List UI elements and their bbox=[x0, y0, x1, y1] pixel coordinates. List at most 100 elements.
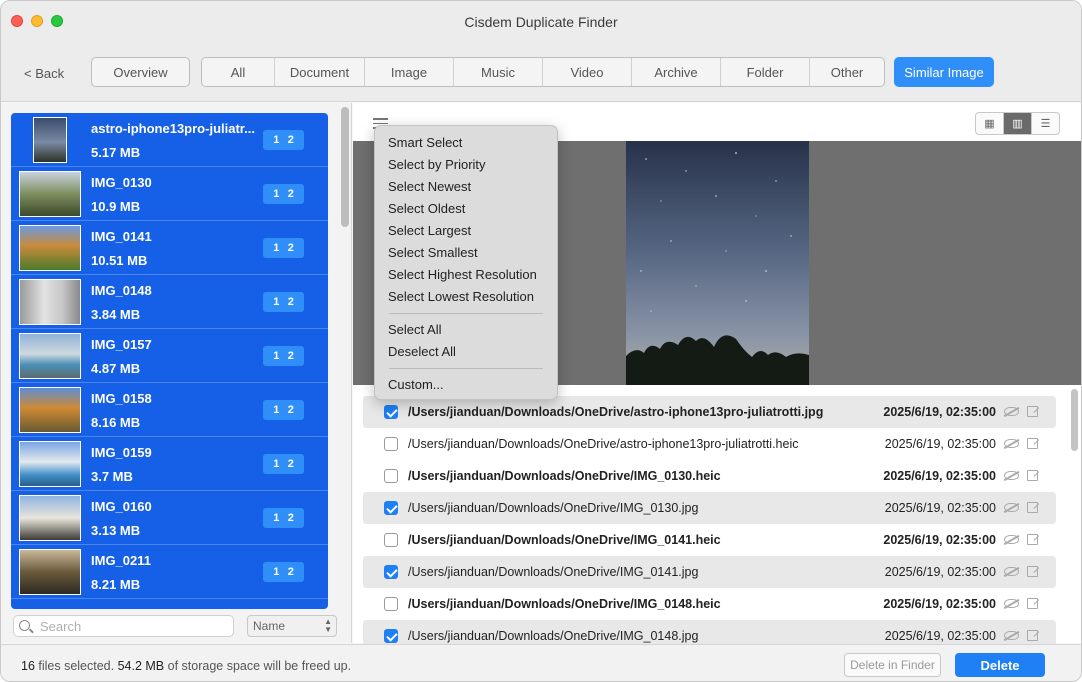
group-item[interactable]: IMG_0158 8.16 MB 12 bbox=[11, 383, 328, 437]
group-count-badge: 12 bbox=[263, 184, 304, 204]
badge-num: 1 bbox=[273, 512, 280, 524]
file-row[interactable]: /Users/jianduan/Downloads/OneDrive/astro… bbox=[363, 428, 1056, 460]
preview-eye-icon[interactable] bbox=[1004, 535, 1019, 544]
group-item[interactable]: IMG_0159 3.7 MB 12 bbox=[11, 437, 328, 491]
file-checkbox[interactable] bbox=[384, 629, 398, 643]
badge-num: 1 bbox=[273, 404, 280, 416]
tab-other[interactable]: Other bbox=[810, 58, 884, 86]
open-in-finder-icon[interactable] bbox=[1027, 566, 1038, 577]
preview-view-icon[interactable]: ▥ bbox=[1004, 113, 1032, 134]
file-checkbox[interactable] bbox=[384, 533, 398, 547]
group-item[interactable]: IMG_0141 10.51 MB 12 bbox=[11, 221, 328, 275]
thumbnail bbox=[19, 171, 81, 217]
file-list: /Users/jianduan/Downloads/OneDrive/astro… bbox=[363, 396, 1056, 652]
menu-item-select-oldest[interactable]: Select Oldest bbox=[375, 198, 557, 220]
overview-button[interactable]: Overview bbox=[91, 57, 190, 87]
open-in-finder-icon[interactable] bbox=[1027, 630, 1038, 641]
sidebar: astro-iphone13pro-juliatr... 5.17 MB 12 … bbox=[1, 103, 352, 643]
group-name: astro-iphone13pro-juliatr... bbox=[91, 121, 255, 136]
badge-num: 2 bbox=[287, 134, 294, 146]
file-checkbox[interactable] bbox=[384, 405, 398, 419]
group-item[interactable]: IMG_0157 4.87 MB 12 bbox=[11, 329, 328, 383]
group-name: IMG_0158 bbox=[91, 391, 152, 406]
tab-archive[interactable]: Archive bbox=[632, 58, 721, 86]
badge-num: 2 bbox=[287, 458, 294, 470]
file-date: 2025/6/19, 02:35:00 bbox=[884, 629, 996, 643]
preview-eye-icon[interactable] bbox=[1004, 407, 1019, 416]
group-item[interactable]: IMG_0211 8.21 MB 12 bbox=[11, 545, 328, 599]
menu-item-select-smallest[interactable]: Select Smallest bbox=[375, 242, 557, 264]
file-path: /Users/jianduan/Downloads/OneDrive/IMG_0… bbox=[408, 629, 699, 643]
menu-item-select-highest-resolution[interactable]: Select Highest Resolution bbox=[375, 264, 557, 286]
group-size: 10.51 MB bbox=[91, 253, 148, 268]
file-path: /Users/jianduan/Downloads/OneDrive/astro… bbox=[408, 405, 824, 419]
group-item[interactable]: IMG_0148 3.84 MB 12 bbox=[11, 275, 328, 329]
search-field[interactable] bbox=[13, 615, 234, 637]
tab-folder[interactable]: Folder bbox=[721, 58, 810, 86]
badge-num: 2 bbox=[287, 188, 294, 200]
tab-music[interactable]: Music bbox=[454, 58, 543, 86]
file-checkbox[interactable] bbox=[384, 437, 398, 451]
open-in-finder-icon[interactable] bbox=[1027, 406, 1038, 417]
menu-item-deselect-all[interactable]: Deselect All bbox=[375, 341, 557, 363]
tab-document[interactable]: Document bbox=[275, 58, 365, 86]
badge-num: 2 bbox=[287, 350, 294, 362]
tab-image[interactable]: Image bbox=[365, 58, 454, 86]
file-row[interactable]: /Users/jianduan/Downloads/OneDrive/IMG_0… bbox=[363, 556, 1056, 588]
file-row[interactable]: /Users/jianduan/Downloads/OneDrive/astro… bbox=[363, 396, 1056, 428]
group-count-badge: 12 bbox=[263, 508, 304, 528]
menu-item-select-all[interactable]: Select All bbox=[375, 319, 557, 341]
file-date: 2025/6/19, 02:35:00 bbox=[884, 437, 996, 451]
sidebar-scrollbar[interactable] bbox=[341, 107, 349, 227]
preview-eye-icon[interactable] bbox=[1004, 471, 1019, 480]
preview-eye-icon[interactable] bbox=[1004, 439, 1019, 448]
tab-similar-image[interactable]: Similar Image bbox=[894, 57, 994, 87]
window-title: Cisdem Duplicate Finder bbox=[464, 14, 618, 30]
tab-all[interactable]: All bbox=[202, 58, 275, 86]
preview-eye-icon[interactable] bbox=[1004, 567, 1019, 576]
file-row[interactable]: /Users/jianduan/Downloads/OneDrive/IMG_0… bbox=[363, 492, 1056, 524]
file-list-scrollbar[interactable] bbox=[1071, 389, 1078, 451]
open-in-finder-icon[interactable] bbox=[1027, 534, 1038, 545]
group-item[interactable]: IMG_0160 3.13 MB 12 bbox=[11, 491, 328, 545]
menu-item-select-by-priority[interactable]: Select by Priority bbox=[375, 154, 557, 176]
selection-status: 16 files selected. 54.2 MB of storage sp… bbox=[21, 659, 351, 673]
back-button[interactable]: < Back bbox=[24, 66, 64, 81]
preview-eye-icon[interactable] bbox=[1004, 631, 1019, 640]
badge-num: 1 bbox=[273, 350, 280, 362]
menu-item-select-largest[interactable]: Select Largest bbox=[375, 220, 557, 242]
list-view-icon[interactable]: ☰ bbox=[1032, 113, 1059, 134]
menu-item-select-lowest-resolution[interactable]: Select Lowest Resolution bbox=[375, 286, 557, 308]
menu-item-smart-select[interactable]: Smart Select bbox=[375, 132, 557, 154]
file-row[interactable]: /Users/jianduan/Downloads/OneDrive/IMG_0… bbox=[363, 524, 1056, 556]
file-checkbox[interactable] bbox=[384, 501, 398, 515]
search-input[interactable] bbox=[40, 618, 230, 634]
menu-item-select-newest[interactable]: Select Newest bbox=[375, 176, 557, 198]
file-checkbox[interactable] bbox=[384, 597, 398, 611]
file-date: 2025/6/19, 02:35:00 bbox=[883, 533, 996, 547]
delete-button[interactable]: Delete bbox=[955, 653, 1045, 677]
tab-video[interactable]: Video bbox=[543, 58, 632, 86]
open-in-finder-icon[interactable] bbox=[1027, 470, 1038, 481]
grid-view-icon[interactable]: ▦ bbox=[976, 113, 1004, 134]
file-checkbox[interactable] bbox=[384, 469, 398, 483]
group-item[interactable]: IMG_0130 10.9 MB 12 bbox=[11, 167, 328, 221]
open-in-finder-icon[interactable] bbox=[1027, 502, 1038, 513]
open-in-finder-icon[interactable] bbox=[1027, 438, 1038, 449]
file-checkbox[interactable] bbox=[384, 565, 398, 579]
file-row[interactable]: /Users/jianduan/Downloads/OneDrive/IMG_0… bbox=[363, 588, 1056, 620]
group-count-badge: 12 bbox=[263, 454, 304, 474]
open-in-finder-icon[interactable] bbox=[1027, 598, 1038, 609]
group-name: IMG_0141 bbox=[91, 229, 152, 244]
preview-eye-icon[interactable] bbox=[1004, 503, 1019, 512]
group-item[interactable]: astro-iphone13pro-juliatr... 5.17 MB 12 bbox=[11, 113, 328, 167]
status-text: files selected. bbox=[34, 659, 118, 673]
menu-item-custom[interactable]: Custom... bbox=[375, 374, 557, 396]
thumbnail bbox=[19, 387, 81, 433]
file-row[interactable]: /Users/jianduan/Downloads/OneDrive/IMG_0… bbox=[363, 460, 1056, 492]
sort-select[interactable]: Name ▲ ▼ bbox=[247, 615, 337, 637]
badge-num: 1 bbox=[273, 296, 280, 308]
preview-eye-icon[interactable] bbox=[1004, 599, 1019, 608]
delete-in-finder-button[interactable]: Delete in Finder bbox=[844, 653, 941, 677]
badge-num: 1 bbox=[273, 242, 280, 254]
